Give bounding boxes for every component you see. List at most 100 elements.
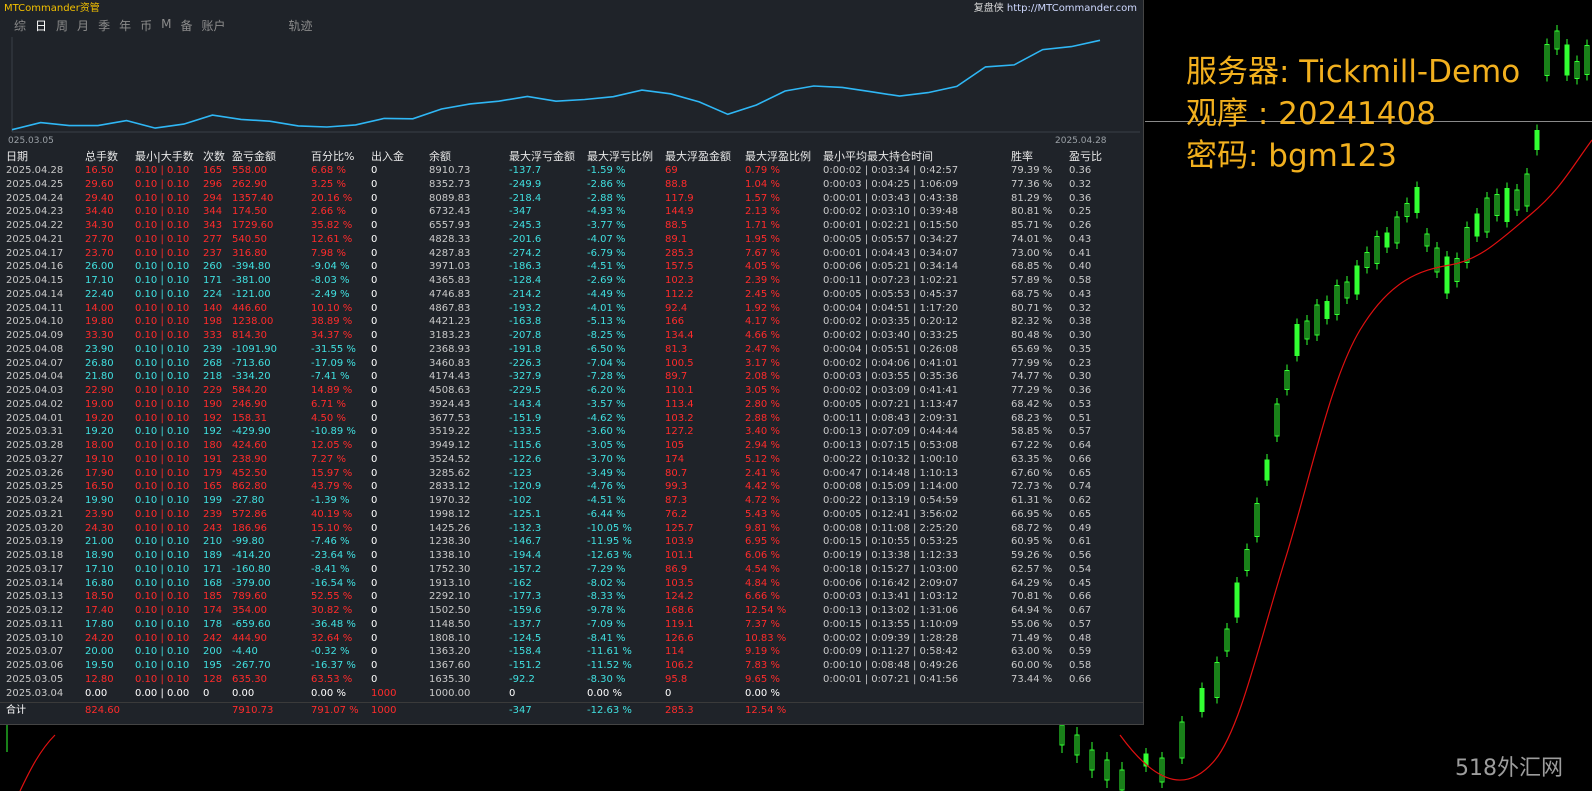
- daily-stats-table: 日期 总手数 最小|大手数 次数 盈亏金额 百分比% 出入金 余额 最大浮亏金额 最大浮亏比例 最大…: [0, 150, 1143, 700]
- table-row[interactable]: 2025.03.14 16.80 0.10 | 0.10 168 -379.00 -16.…: [0, 577, 1143, 591]
- header-cell[interactable]: 盈亏比: [1069, 150, 1102, 163]
- table-cell: -17.09 %: [311, 357, 356, 369]
- table-cell: -267.70: [232, 660, 271, 671]
- table-row[interactable]: 2025.04.14 22.40 0.10 | 0.10 224 -121.00 -2.4…: [0, 288, 1143, 302]
- table-row[interactable]: 2025.03.25 16.50 0.10 | 0.10 165 862.80 43.79…: [0, 480, 1143, 494]
- tab-5[interactable]: 年: [119, 17, 131, 33]
- header-cell[interactable]: 出入金: [371, 150, 404, 163]
- table-cell: 2.39 %: [745, 275, 780, 286]
- table-cell: -193.2: [509, 302, 542, 314]
- table-cell: 0: [371, 440, 378, 451]
- table-cell: 81.29 %: [1011, 192, 1053, 204]
- tab-7[interactable]: M: [161, 17, 171, 33]
- table-cell: 2.41 %: [745, 467, 780, 479]
- table-row[interactable]: 2025.03.20 24.30 0.10 | 0.10 243 186.96 15.10…: [0, 522, 1143, 536]
- table-cell: 0.10 | 0.10: [135, 412, 190, 424]
- header-cell[interactable]: 胜率: [1011, 150, 1033, 163]
- table-row[interactable]: 2025.04.08 23.90 0.10 | 0.10 239 -1091.90 -31…: [0, 343, 1143, 357]
- header-cell[interactable]: 日期: [6, 150, 28, 163]
- table-row[interactable]: 2025.04.15 17.10 0.10 | 0.10 171 -381.00 -8.0…: [0, 274, 1143, 288]
- table-row[interactable]: 2025.04.01 19.20 0.10 | 0.10 192 158.31 4.50 …: [0, 412, 1143, 426]
- table-row[interactable]: 2025.03.13 18.50 0.10 | 0.10 185 789.60 52.55…: [0, 590, 1143, 604]
- tab-1[interactable]: 日: [35, 17, 47, 33]
- table-row[interactable]: 2025.03.21 23.90 0.10 | 0.10 239 572.86 40.19…: [0, 508, 1143, 522]
- table-cell: 3949.12: [429, 440, 471, 451]
- header-cell[interactable]: 最大浮亏金额: [509, 150, 575, 163]
- table-row[interactable]: 2025.04.28 16.50 0.10 | 0.10 165 558.00 6.68 …: [0, 164, 1143, 178]
- table-row[interactable]: 2025.03.31 19.20 0.10 | 0.10 192 -429.90 -10.…: [0, 425, 1143, 439]
- table-cell: 19.20: [85, 426, 114, 438]
- table-row[interactable]: 2025.04.07 26.80 0.10 | 0.10 268 -713.60 -17.…: [0, 357, 1143, 371]
- header-cell[interactable]: 余额: [429, 150, 451, 163]
- table-row[interactable]: 2025.04.21 27.70 0.10 | 0.10 277 540.50 12.61…: [0, 233, 1143, 247]
- table-row[interactable]: 2025.03.17 17.10 0.10 | 0.10 171 -160.80 -8.4…: [0, 563, 1143, 577]
- mtcommander-panel: MTCommander资管 复盘侠 http://MTCommander.com…: [0, 0, 1144, 725]
- tab-3[interactable]: 月: [77, 17, 89, 33]
- table-row[interactable]: 2025.03.24 19.90 0.10 | 0.10 199 -27.80 -1.39…: [0, 494, 1143, 508]
- table-row[interactable]: 2025.03.10 24.20 0.10 | 0.10 242 444.90 32.64…: [0, 632, 1143, 646]
- table-cell: 80.7: [665, 467, 688, 479]
- table-row[interactable]: 2025.04.23 34.40 0.10 | 0.10 344 174.50 2.66 …: [0, 205, 1143, 219]
- table-row[interactable]: 2025.04.25 29.60 0.10 | 0.10 296 262.90 3.25 …: [0, 178, 1143, 192]
- table-row[interactable]: 2025.03.19 21.00 0.10 | 0.10 210 -99.80 -7.46…: [0, 535, 1143, 549]
- header-cell[interactable]: 最大浮亏比例: [587, 150, 653, 163]
- table-row[interactable]: 2025.03.12 17.40 0.10 | 0.10 174 354.00 30.82…: [0, 604, 1143, 618]
- table-cell: 2833.12: [429, 481, 471, 493]
- table-cell: 0.66: [1069, 453, 1092, 465]
- tab-6[interactable]: 币: [140, 17, 152, 33]
- table-cell: 2025.03.11: [6, 618, 64, 630]
- table-cell: 2025.03.28: [6, 440, 64, 451]
- header-cell[interactable]: 最大浮盈金额: [665, 150, 731, 163]
- table-row[interactable]: 2025.04.16 26.00 0.10 | 0.10 260 -394.80 -9.0…: [0, 260, 1143, 274]
- table-cell: 1.71 %: [745, 220, 780, 231]
- table-cell: 0.10 | 0.10: [135, 288, 190, 300]
- replay-link[interactable]: 复盘侠 http://MTCommander.com: [974, 0, 1137, 14]
- table-cell: 2025.03.07: [6, 646, 64, 658]
- table-cell: -11.52 %: [587, 660, 632, 671]
- table-row[interactable]: 2025.03.06 19.50 0.10 | 0.10 195 -267.70 -16.…: [0, 659, 1143, 673]
- tab-0[interactable]: 综: [14, 17, 26, 33]
- header-cell[interactable]: 次数: [203, 150, 225, 163]
- table-cell: 2025.03.25: [6, 481, 64, 493]
- table-row[interactable]: 2025.04.02 19.00 0.10 | 0.10 190 246.90 6.71 …: [0, 398, 1143, 412]
- header-cell[interactable]: 最大浮盈比例: [745, 150, 811, 163]
- table-cell: -3.05 %: [587, 440, 626, 451]
- table-cell: -137.7: [509, 165, 542, 176]
- table-cell: 0: [371, 550, 378, 561]
- table-cell: 168: [203, 577, 223, 589]
- table-row[interactable]: 2025.04.11 14.00 0.10 | 0.10 140 446.60 10.10…: [0, 302, 1143, 316]
- table-row[interactable]: 2025.04.03 22.90 0.10 | 0.10 229 584.20 14.89…: [0, 384, 1143, 398]
- candle-body: [1199, 688, 1205, 712]
- tab-10[interactable]: 轨迹: [289, 17, 313, 33]
- table-row[interactable]: 2025.03.04 0.00 0.00 | 0.00 0 0.00 0.00 % 1000…: [0, 687, 1143, 701]
- table-row[interactable]: 2025.03.26 17.90 0.10 | 0.10 179 452.50 15.97…: [0, 467, 1143, 481]
- table-cell: 23.90: [85, 508, 114, 520]
- tab-8[interactable]: 备: [180, 17, 192, 33]
- table-row[interactable]: 2025.03.11 17.80 0.10 | 0.10 178 -659.60 -36.…: [0, 618, 1143, 632]
- table-cell: 0:00:02 | 0:03:40 | 0:33:25: [823, 330, 959, 341]
- table-row[interactable]: 2025.03.28 18.00 0.10 | 0.10 180 424.60 12.05…: [0, 439, 1143, 453]
- table-cell: 0:00:22 | 0:10:32 | 1:00:10: [823, 453, 959, 465]
- table-cell: -1091.90: [232, 343, 277, 355]
- header-cell[interactable]: 最小平均最大持仓时间: [823, 150, 933, 163]
- table-row[interactable]: 2025.04.04 21.80 0.10 | 0.10 218 -334.20 -7.4…: [0, 370, 1143, 384]
- table-row[interactable]: 2025.03.05 12.80 0.10 | 0.10 128 635.30 63.53…: [0, 673, 1143, 687]
- table-row[interactable]: 2025.04.22 34.30 0.10 | 0.10 343 1729.60 35.8…: [0, 219, 1143, 233]
- tab-9[interactable]: 账户: [201, 17, 225, 33]
- tab-4[interactable]: 季: [98, 17, 110, 33]
- tab-2[interactable]: 周: [56, 17, 68, 33]
- header-cell[interactable]: 百分比%: [311, 150, 354, 163]
- table-row[interactable]: 2025.04.09 33.30 0.10 | 0.10 333 814.30 34.37…: [0, 329, 1143, 343]
- table-row[interactable]: 2025.03.07 20.00 0.10 | 0.10 200 -4.40 -0.32 …: [0, 645, 1143, 659]
- table-row[interactable]: 2025.03.18 18.90 0.10 | 0.10 189 -414.20 -23.…: [0, 549, 1143, 563]
- table-row[interactable]: 2025.04.17 23.70 0.10 | 0.10 237 316.80 7.98 …: [0, 247, 1143, 261]
- table-cell: 2025.04.11: [6, 302, 64, 314]
- table-cell: 0.58: [1069, 660, 1092, 671]
- header-cell[interactable]: 最小|大手数: [135, 150, 194, 163]
- header-cell[interactable]: 总手数: [85, 150, 118, 163]
- table-row[interactable]: 2025.03.27 19.10 0.10 | 0.10 191 238.90 7.27 …: [0, 453, 1143, 467]
- replay-url[interactable]: http://MTCommander.com: [1007, 3, 1137, 14]
- header-cell[interactable]: 盈亏金额: [232, 150, 276, 163]
- table-row[interactable]: 2025.04.10 19.80 0.10 | 0.10 198 1238.00 38.8…: [0, 315, 1143, 329]
- table-row[interactable]: 2025.04.24 29.40 0.10 | 0.10 294 1357.40 20.1…: [0, 192, 1143, 206]
